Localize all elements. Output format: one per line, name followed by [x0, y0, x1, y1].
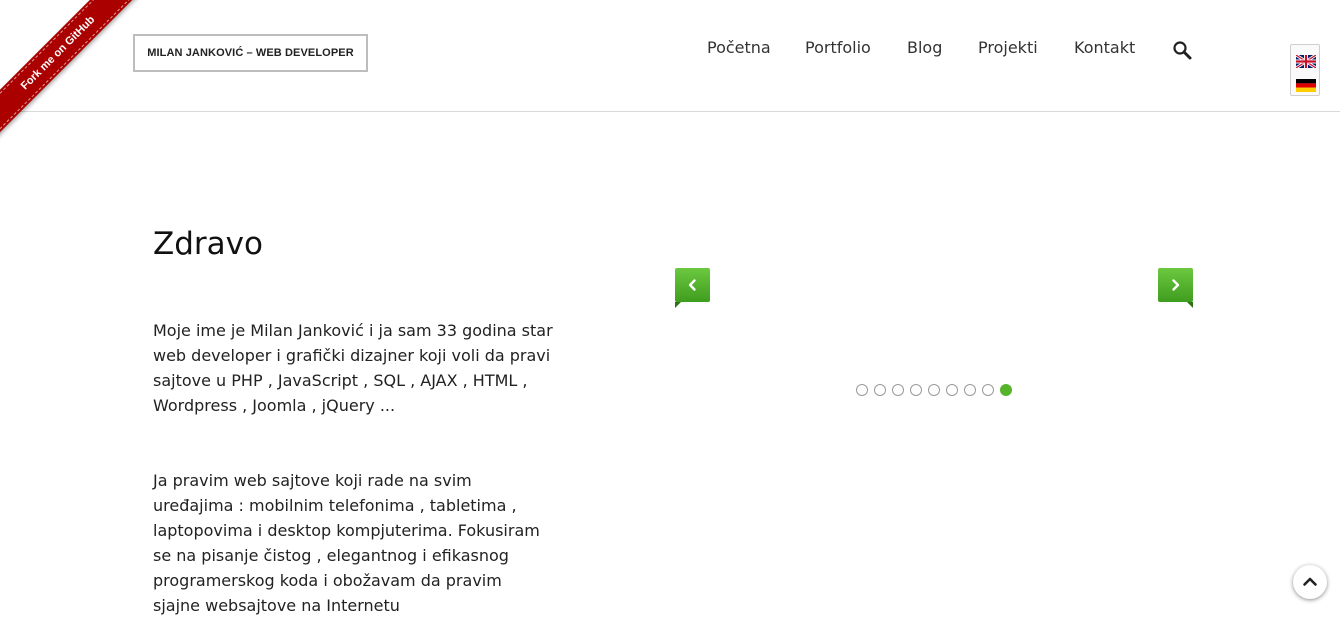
- slider-dot-7[interactable]: [964, 384, 976, 396]
- slider-next-button[interactable]: [1158, 268, 1193, 308]
- slider-dot-2[interactable]: [874, 384, 886, 396]
- back-to-top-button[interactable]: [1293, 565, 1327, 599]
- chevron-up-icon: [1303, 577, 1317, 586]
- nav-item-kontakt[interactable]: Kontakt: [1074, 38, 1135, 57]
- slider-dot-3[interactable]: [892, 384, 904, 396]
- slider-dot-6[interactable]: [946, 384, 958, 396]
- intro-paragraph-2: Ja pravim web sajtove koji rade na svim …: [153, 471, 540, 615]
- germany-flag-icon[interactable]: [1296, 77, 1316, 92]
- slider-prev-button[interactable]: [675, 268, 710, 308]
- nav-item-portfolio[interactable]: Portfolio: [805, 38, 871, 57]
- chevron-right-icon: [1172, 279, 1180, 291]
- uk-flag-icon[interactable]: [1295, 53, 1317, 70]
- page: Fork me on GitHub MILAN JANKOVIĆ – WEB D…: [0, 0, 1340, 641]
- language-switcher: [1290, 44, 1320, 96]
- chevron-left-icon: [688, 279, 696, 291]
- slider-dot-8[interactable]: [982, 384, 994, 396]
- github-ribbon: Fork me on GitHub: [0, 0, 150, 150]
- slider-dot-4[interactable]: [910, 384, 922, 396]
- search-icon[interactable]: [1171, 39, 1193, 61]
- fork-me-link[interactable]: Fork me on GitHub: [0, 0, 145, 140]
- slider-dot-1[interactable]: [856, 384, 868, 396]
- slider-dot-9[interactable]: [1000, 384, 1012, 396]
- site-header: MILAN JANKOVIĆ – WEB DEVELOPER Početna P…: [0, 0, 1340, 112]
- nav-item-blog[interactable]: Blog: [907, 38, 942, 57]
- slider-dot-5[interactable]: [928, 384, 940, 396]
- site-logo[interactable]: MILAN JANKOVIĆ – WEB DEVELOPER: [133, 34, 368, 72]
- intro-title: Zdravo: [153, 226, 263, 262]
- intro-paragraph-1: Moje ime je Milan Janković i ja sam 33 g…: [153, 321, 553, 415]
- nav-item-projekti[interactable]: Projekti: [978, 38, 1038, 57]
- nav-item-pocetna[interactable]: Početna: [707, 38, 771, 57]
